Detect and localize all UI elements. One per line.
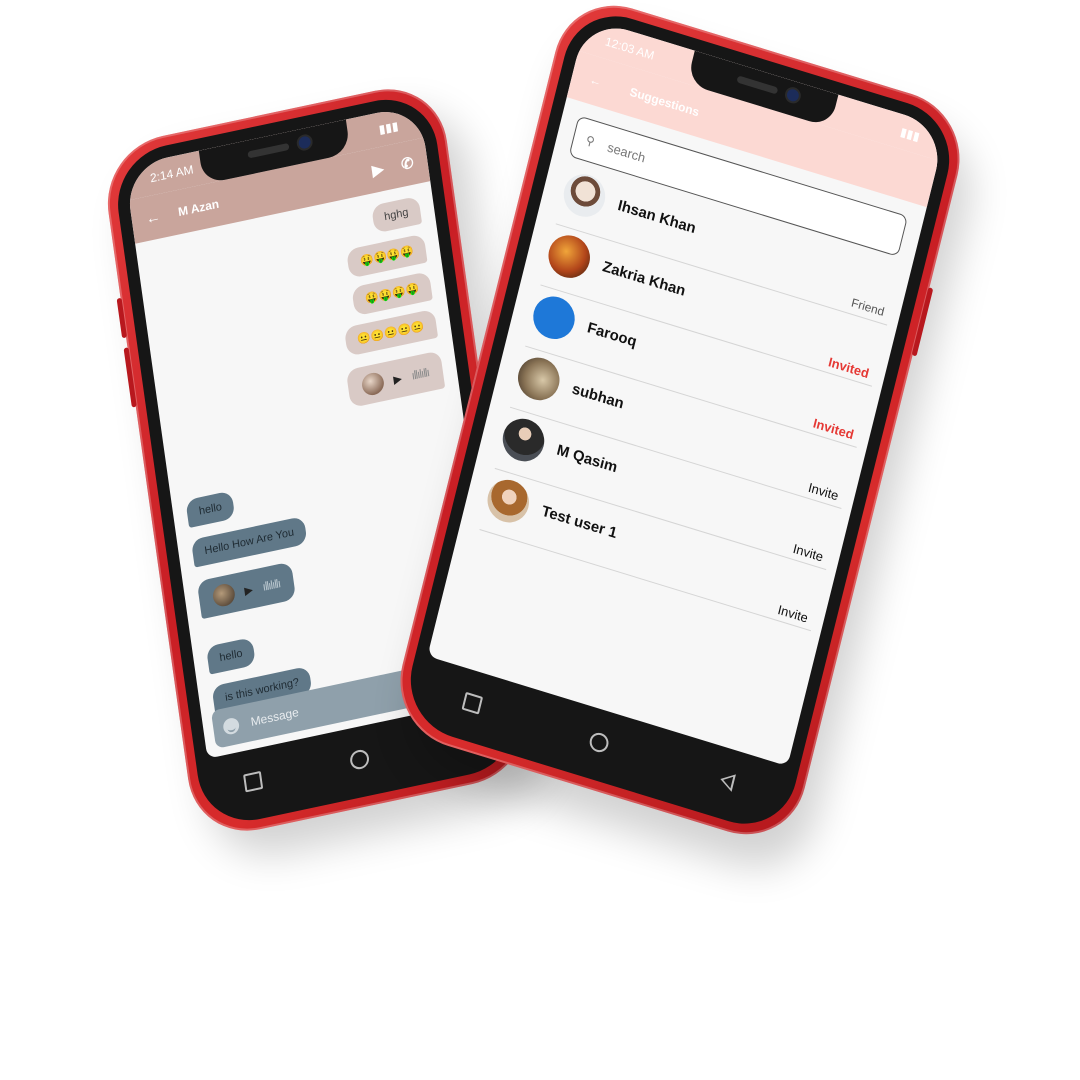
contact-name[interactable]: M Azan — [177, 197, 220, 220]
message-bubble: 😐😐😐😐😐 — [343, 308, 439, 357]
message-bubble: 🤑🤑🤑🤑 — [346, 233, 428, 279]
speaker — [246, 142, 290, 159]
message-text: 🤑🤑🤑🤑 — [359, 244, 415, 269]
recents-button[interactable] — [232, 769, 275, 801]
play-icon[interactable]: ▶ — [244, 583, 254, 598]
invite-button[interactable]: Invite — [776, 602, 809, 626]
user-name: Ihsan Khan — [616, 197, 698, 238]
message-text: 🤑🤑🤑🤑 — [364, 282, 420, 306]
status-time: 12:03 AM — [603, 34, 656, 63]
page-title: Suggestions — [628, 84, 701, 120]
waveform-icon: ıllılıllı — [261, 576, 281, 594]
home-button[interactable] — [577, 727, 621, 763]
search-icon: ⚲ — [584, 132, 597, 149]
recents-button[interactable] — [449, 689, 493, 724]
arrow-left-icon[interactable]: ← — [588, 72, 603, 89]
phone-icon[interactable]: ✆ — [400, 153, 415, 173]
signal-icon: ▮▮▮ — [898, 124, 922, 144]
message-bubble: hello — [185, 490, 236, 529]
user-name: Zakria Khan — [600, 258, 688, 300]
user-name: M Qasim — [555, 441, 620, 477]
message-text: hello — [218, 647, 244, 665]
user-name: subhan — [570, 380, 626, 413]
speaker — [736, 75, 779, 95]
message-text: Hello How Are You — [203, 526, 295, 558]
back-button[interactable] — [705, 767, 749, 802]
suggestions-phone: 12:03 AM ▮▮▮ ← Suggestions ⚲ Ihsan Khan … — [386, 0, 974, 851]
front-camera — [785, 87, 801, 103]
status-time: 2:14 AM — [149, 162, 195, 186]
avatar — [211, 581, 237, 609]
avatar — [544, 230, 595, 284]
play-icon[interactable]: ▶ — [393, 371, 403, 386]
waveform-icon: ıllılıllı — [410, 365, 430, 383]
user-name: Test user 1 — [539, 502, 619, 543]
video-call-icon[interactable]: ▶ — [371, 160, 385, 180]
volume-button — [123, 347, 137, 408]
voice-message[interactable]: ▶ ıllılıllı — [196, 561, 297, 620]
voice-message[interactable]: ▶ ıllılıllı — [345, 350, 446, 409]
front-camera — [297, 135, 311, 150]
volume-button — [116, 297, 128, 339]
avatar — [498, 413, 549, 467]
home-button[interactable] — [339, 745, 382, 778]
message-text: hello — [198, 500, 223, 518]
message-bubble: 🤑🤑🤑🤑 — [351, 271, 433, 317]
avatar — [528, 291, 580, 345]
emoji-icon[interactable] — [222, 716, 241, 736]
message-bubble: hello — [205, 637, 257, 675]
battery-icon: ▮▮▮ — [377, 118, 400, 137]
arrow-left-icon[interactable]: ← — [145, 208, 162, 228]
avatar — [360, 370, 386, 398]
avatar — [559, 168, 610, 223]
message-text: hghg — [383, 206, 410, 224]
suggestions-screen: 12:03 AM ▮▮▮ ← Suggestions ⚲ Ihsan Khan … — [427, 17, 947, 767]
message-text: 😐😐😐😐😐 — [356, 320, 426, 347]
message-bubble: hghg — [370, 195, 423, 234]
avatar — [513, 352, 564, 406]
avatar — [483, 474, 534, 528]
suggestions-phone-bezel: 12:03 AM ▮▮▮ ← Suggestions ⚲ Ihsan Khan … — [398, 2, 962, 838]
user-name: Farooq — [585, 319, 639, 351]
